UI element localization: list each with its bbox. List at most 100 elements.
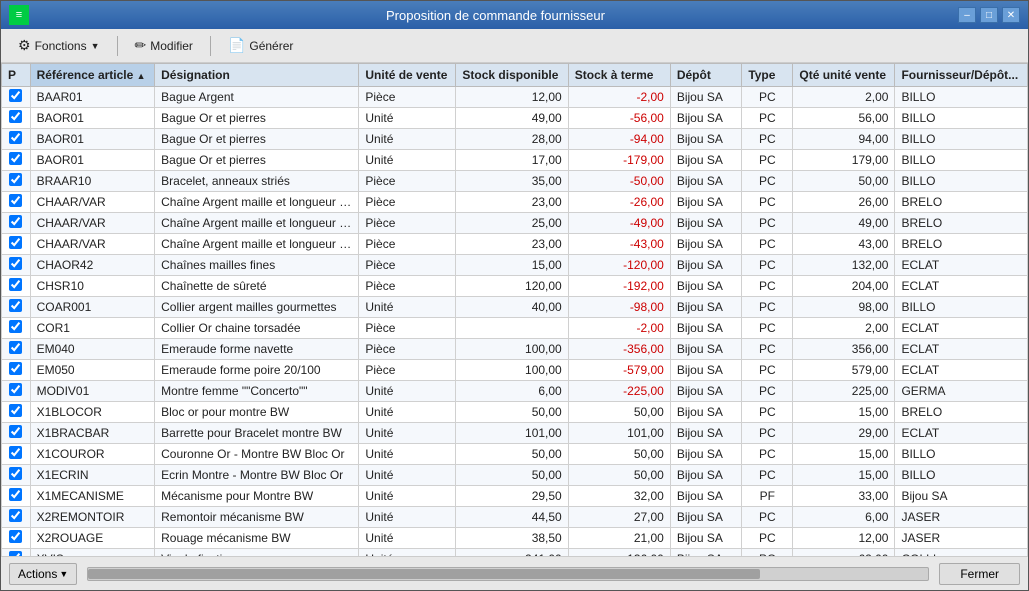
cell-type: PC — [742, 381, 793, 402]
cell-qte_unite: 33,00 — [793, 486, 895, 507]
cell-stock_dispo: 28,00 — [456, 129, 568, 150]
col-header-depot[interactable]: Dépôt — [670, 64, 741, 87]
col-header-qte[interactable]: Qté unité vente — [793, 64, 895, 87]
row-checkbox-cell[interactable] — [2, 87, 31, 108]
table-row: CHAOR42Chaînes mailles finesPièce15,00-1… — [2, 255, 1028, 276]
row-checkbox-cell[interactable] — [2, 528, 31, 549]
cell-stock_terme: -192,00 — [568, 276, 670, 297]
close-window-button[interactable]: ✕ — [1002, 7, 1020, 23]
horizontal-scrollbar[interactable] — [87, 567, 929, 581]
row-checkbox[interactable] — [9, 383, 22, 396]
row-checkbox[interactable] — [9, 488, 22, 501]
row-checkbox[interactable] — [9, 362, 22, 375]
row-checkbox-cell[interactable] — [2, 402, 31, 423]
row-checkbox[interactable] — [9, 152, 22, 165]
row-checkbox[interactable] — [9, 320, 22, 333]
row-checkbox[interactable] — [9, 215, 22, 228]
row-checkbox[interactable] — [9, 257, 22, 270]
row-checkbox-cell[interactable] — [2, 381, 31, 402]
row-checkbox[interactable] — [9, 236, 22, 249]
row-checkbox[interactable] — [9, 194, 22, 207]
row-checkbox[interactable] — [9, 173, 22, 186]
cell-depot: Bijou SA — [670, 108, 741, 129]
cell-stock_terme: 101,00 — [568, 423, 670, 444]
cell-type: PC — [742, 465, 793, 486]
cell-des: Chaînes mailles fines — [155, 255, 359, 276]
row-checkbox[interactable] — [9, 509, 22, 522]
cell-qte_unite: 15,00 — [793, 465, 895, 486]
table-header-row: P Référence article ▲ Désignation Unité … — [2, 64, 1028, 87]
actions-button[interactable]: Actions ▼ — [9, 563, 77, 585]
cell-type: PC — [742, 528, 793, 549]
row-checkbox-cell[interactable] — [2, 213, 31, 234]
cell-qte_unite: 2,00 — [793, 318, 895, 339]
cell-stock_dispo: 15,00 — [456, 255, 568, 276]
table-row: BRAAR10Bracelet, anneaux striésPièce35,0… — [2, 171, 1028, 192]
cell-type: PC — [742, 150, 793, 171]
cell-ref: MODIV01 — [30, 381, 155, 402]
row-checkbox-cell[interactable] — [2, 318, 31, 339]
cell-type: PC — [742, 318, 793, 339]
minimize-button[interactable]: – — [958, 7, 976, 23]
cell-stock_terme: -579,00 — [568, 360, 670, 381]
col-header-des[interactable]: Désignation — [155, 64, 359, 87]
row-checkbox-cell[interactable] — [2, 486, 31, 507]
row-checkbox-cell[interactable] — [2, 150, 31, 171]
modifier-button[interactable]: ✏ Modifier — [126, 33, 202, 58]
cell-ref: COR1 — [30, 318, 155, 339]
row-checkbox[interactable] — [9, 89, 22, 102]
row-checkbox[interactable] — [9, 446, 22, 459]
table-row: X1BLOCORBloc or pour montre BWUnité50,00… — [2, 402, 1028, 423]
cell-des: Chaîne Argent maille et longueur va... — [155, 234, 359, 255]
cell-qte_unite: 62,00 — [793, 549, 895, 557]
row-checkbox-cell[interactable] — [2, 360, 31, 381]
table-row: EM050Emeraude forme poire 20/100Pièce100… — [2, 360, 1028, 381]
row-checkbox-cell[interactable] — [2, 507, 31, 528]
generer-button[interactable]: 📄 Générer — [219, 33, 302, 58]
row-checkbox[interactable] — [9, 278, 22, 291]
cell-qte_unite: 15,00 — [793, 444, 895, 465]
cell-des: Bloc or pour montre BW — [155, 402, 359, 423]
cell-stock_terme: -43,00 — [568, 234, 670, 255]
toolbar-separator-1 — [117, 36, 118, 56]
cell-stock_terme: -356,00 — [568, 339, 670, 360]
cell-stock_dispo: 23,00 — [456, 234, 568, 255]
col-header-type[interactable]: Type — [742, 64, 793, 87]
cell-type: PC — [742, 507, 793, 528]
row-checkbox-cell[interactable] — [2, 297, 31, 318]
col-header-p[interactable]: P — [2, 64, 31, 87]
row-checkbox[interactable] — [9, 467, 22, 480]
col-header-stock-terme[interactable]: Stock à terme — [568, 64, 670, 87]
col-header-stock-dispo[interactable]: Stock disponible — [456, 64, 568, 87]
col-header-unite[interactable]: Unité de vente — [359, 64, 456, 87]
row-checkbox-cell[interactable] — [2, 234, 31, 255]
row-checkbox-cell[interactable] — [2, 423, 31, 444]
row-checkbox-cell[interactable] — [2, 192, 31, 213]
cell-fournisseur: JASER — [895, 507, 1028, 528]
row-checkbox[interactable] — [9, 341, 22, 354]
row-checkbox[interactable] — [9, 404, 22, 417]
row-checkbox-cell[interactable] — [2, 339, 31, 360]
row-checkbox-cell[interactable] — [2, 255, 31, 276]
row-checkbox[interactable] — [9, 299, 22, 312]
cell-des: Chaîne Argent maille et longueur va... — [155, 192, 359, 213]
row-checkbox-cell[interactable] — [2, 129, 31, 150]
fonctions-button[interactable]: ⚙ Fonctions ▼ — [9, 33, 109, 58]
fermer-button[interactable]: Fermer — [939, 563, 1020, 585]
col-header-fournisseur[interactable]: Fournisseur/Dépôt... — [895, 64, 1028, 87]
row-checkbox-cell[interactable] — [2, 108, 31, 129]
row-checkbox-cell[interactable] — [2, 549, 31, 557]
row-checkbox[interactable] — [9, 110, 22, 123]
cell-ref: EM040 — [30, 339, 155, 360]
row-checkbox-cell[interactable] — [2, 465, 31, 486]
row-checkbox[interactable] — [9, 131, 22, 144]
row-checkbox[interactable] — [9, 530, 22, 543]
row-checkbox-cell[interactable] — [2, 444, 31, 465]
maximize-button[interactable]: □ — [980, 7, 998, 23]
row-checkbox-cell[interactable] — [2, 276, 31, 297]
col-header-ref[interactable]: Référence article ▲ — [30, 64, 155, 87]
row-checkbox[interactable] — [9, 425, 22, 438]
row-checkbox-cell[interactable] — [2, 171, 31, 192]
cell-unite: Pièce — [359, 318, 456, 339]
table-container[interactable]: P Référence article ▲ Désignation Unité … — [1, 63, 1028, 556]
